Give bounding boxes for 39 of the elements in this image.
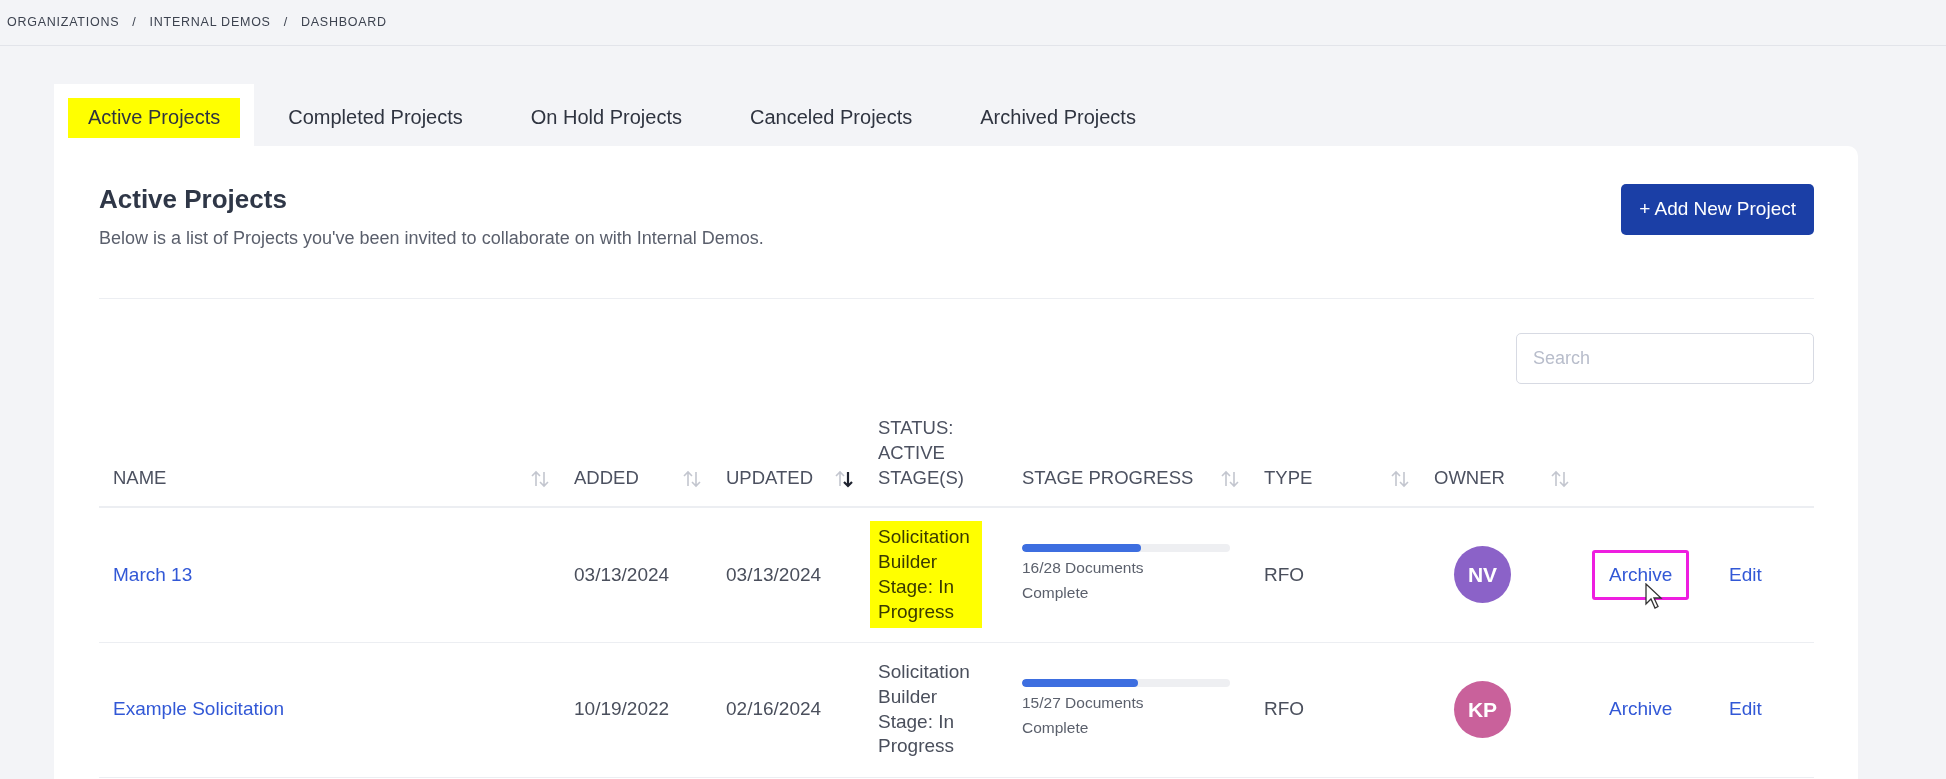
tab[interactable]: On Hold Projects <box>496 84 716 146</box>
breadcrumb-separator: / <box>132 14 137 32</box>
table-cell: 02/16/2024 <box>726 698 822 720</box>
column-header: UPDATED <box>726 466 814 491</box>
column-header: STAGE PROGRESS <box>1022 466 1194 491</box>
tab[interactable]: Archived Projects <box>946 84 1170 146</box>
column-header: ADDED <box>574 466 639 491</box>
owner-avatar: KP <box>1454 681 1511 739</box>
breadcrumb-link[interactable]: DASHBOARD <box>300 13 387 32</box>
add-project-button[interactable]: + Add New Project <box>1621 184 1814 235</box>
status-text: Solicitation Builder Stage: In Progress <box>870 521 982 629</box>
table-cell: RFO <box>1264 698 1305 720</box>
panel-title: Active Projects <box>99 184 288 216</box>
breadcrumb-link[interactable]: INTERNAL DEMOS <box>149 13 271 32</box>
sort-icon[interactable] <box>834 469 854 488</box>
table-cell: 03/13/2024 <box>726 563 822 585</box>
project-link[interactable]: March 13 <box>113 563 193 585</box>
archive-link[interactable]: Archive <box>1592 684 1690 735</box>
breadcrumb-separator: / <box>283 14 288 32</box>
search-field[interactable]: Search <box>1516 333 1814 385</box>
table-cell: 10/19/2022 <box>574 698 670 720</box>
panel-subtitle: Below is a list of Projects you've been invited to collaborate on with Internal Demos. <box>99 227 764 251</box>
tab[interactable]: Canceled Projects <box>715 84 947 146</box>
tab[interactable]: Active Projects <box>54 84 255 146</box>
progress-text: 15/27 Documents Complete <box>1022 692 1145 738</box>
column-header: NAME <box>113 466 167 491</box>
column-header: OWNER <box>1434 466 1505 491</box>
tab[interactable]: Completed Projects <box>254 84 497 146</box>
edit-link[interactable]: Edit <box>1729 563 1762 585</box>
progress-text: 16/28 Documents Complete <box>1022 558 1145 603</box>
column-header: TYPE <box>1264 466 1313 491</box>
status-text: Solicitation Builder Stage: In Progress <box>877 660 971 759</box>
project-link[interactable]: Example Solicitation <box>113 698 285 720</box>
edit-link[interactable]: Edit <box>1729 698 1762 720</box>
table-cell: 03/13/2024 <box>574 563 670 585</box>
table-cell: RFO <box>1264 563 1305 585</box>
column-header: STATUS: ACTIVE STAGE(S) <box>878 416 965 491</box>
owner-avatar: NV <box>1454 546 1511 604</box>
breadcrumb-link[interactable]: ORGANIZATIONS <box>7 13 120 32</box>
